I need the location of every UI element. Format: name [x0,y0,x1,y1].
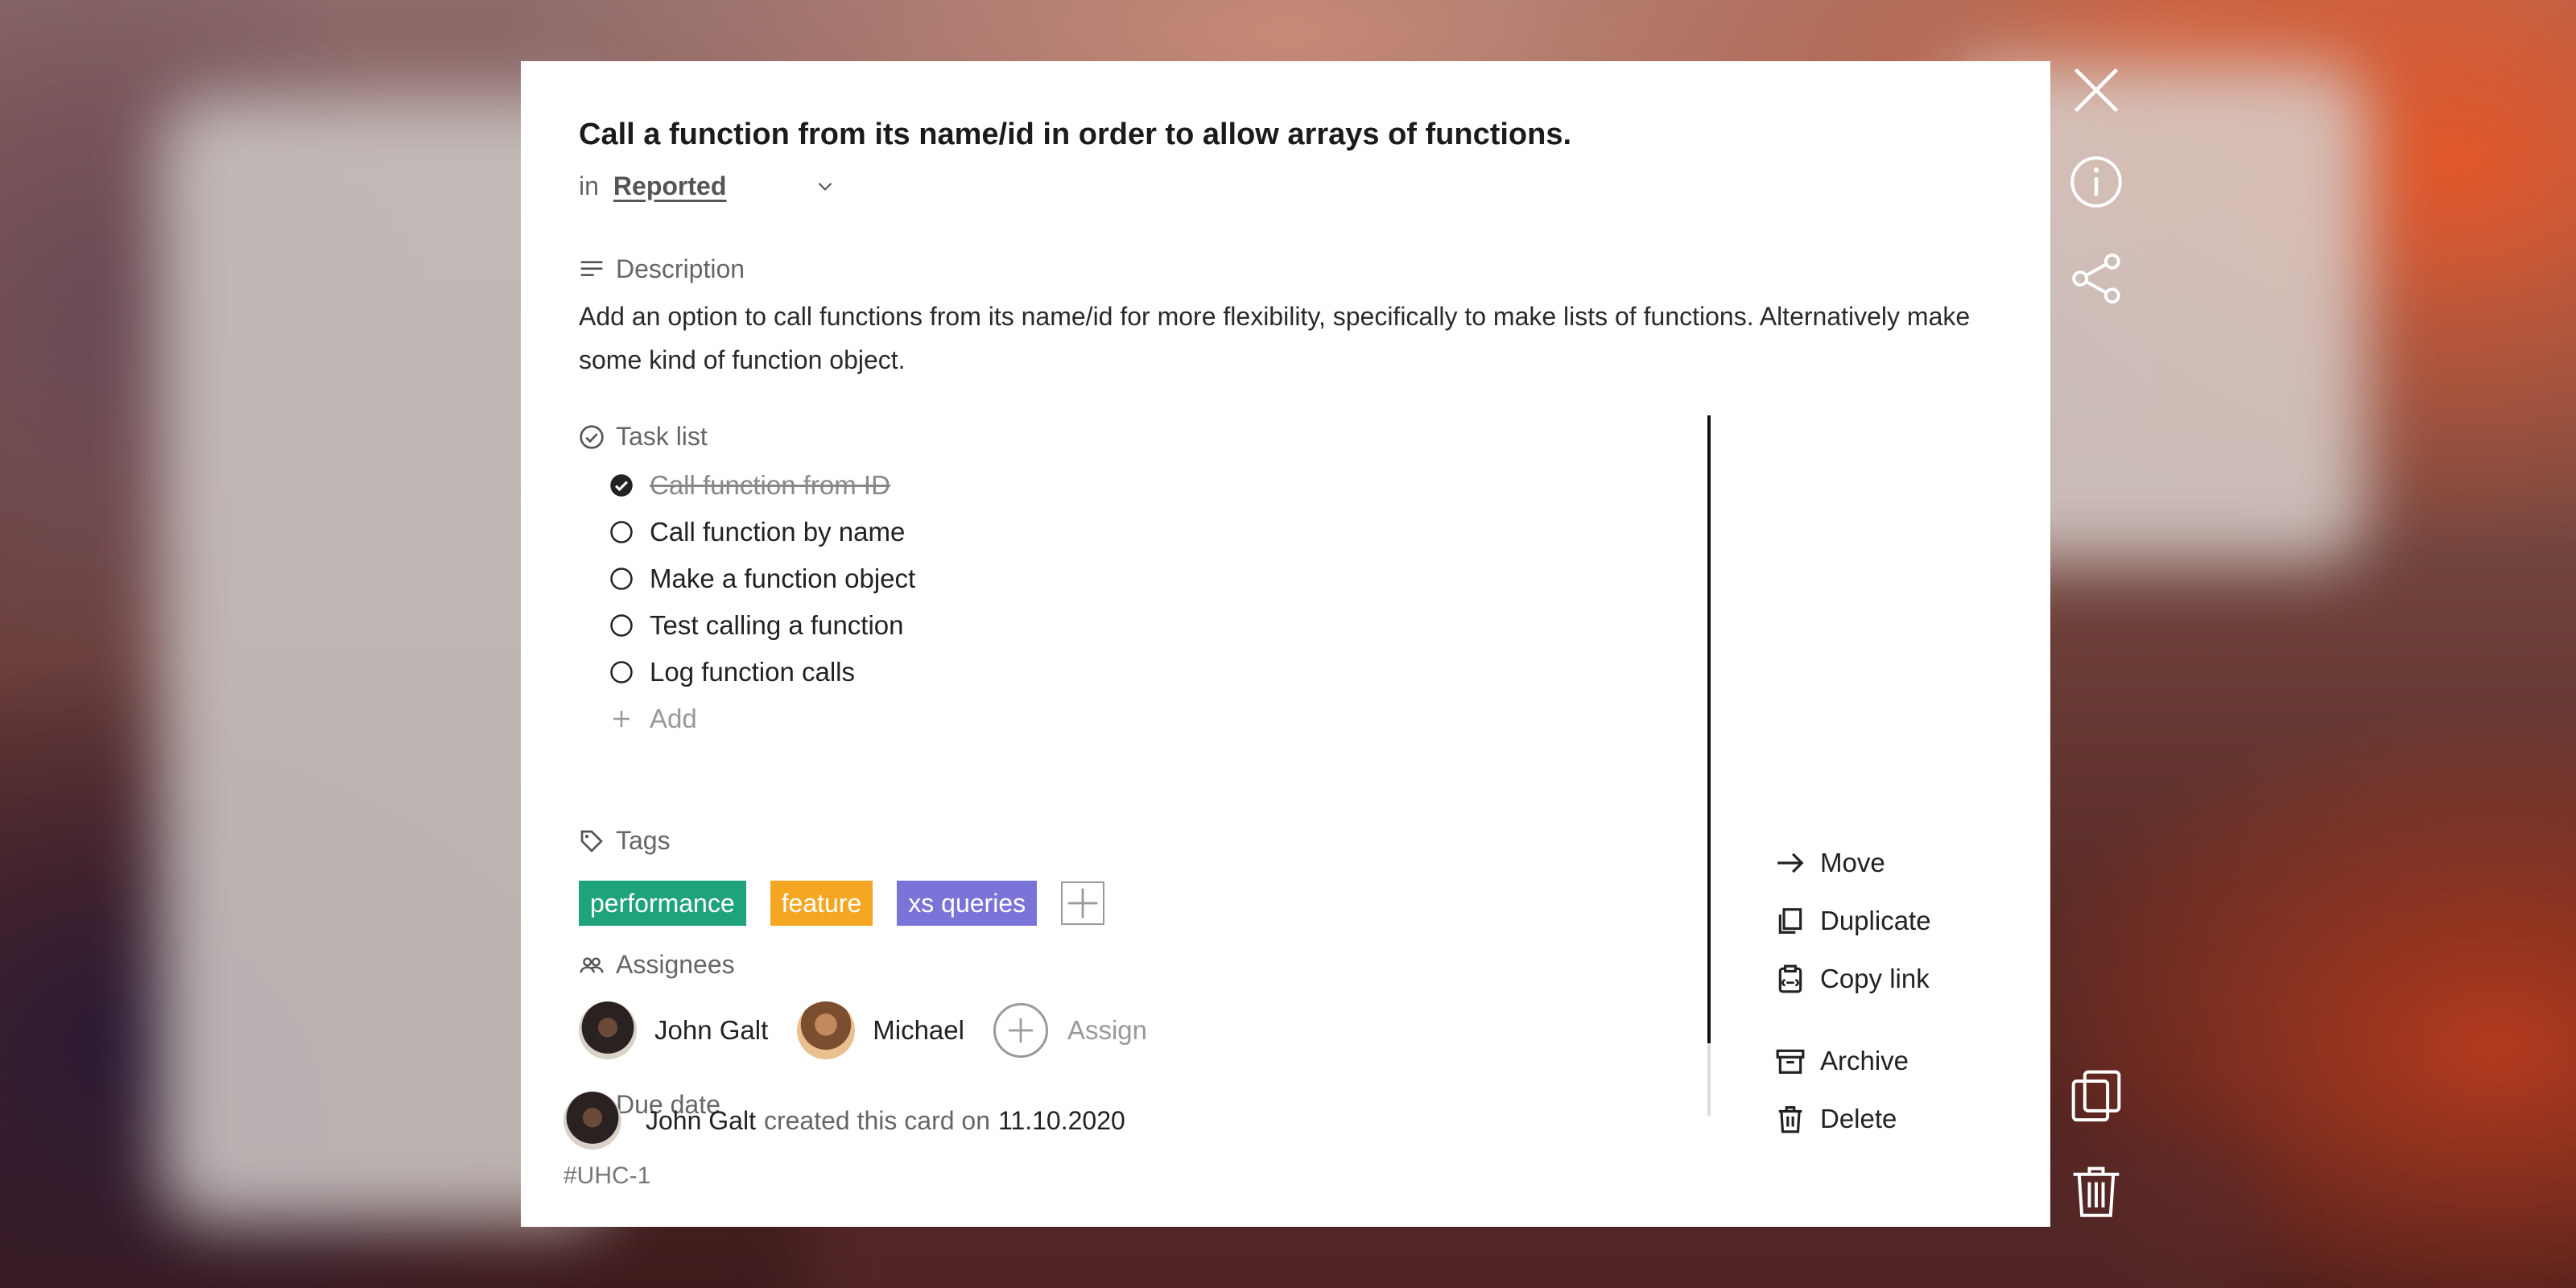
description-icon [580,260,603,276]
chevron-down-icon[interactable] [815,175,836,196]
add-task-button[interactable]: Add [609,696,915,742]
assignees-heading: Assignees [579,950,735,980]
share-icon[interactable] [2069,251,2124,306]
task-list: Call function from ID Call function by n… [609,462,915,742]
tasklist-heading: Task list [579,422,708,452]
check-circle-icon [580,424,604,449]
duplicate-icon [1778,908,1802,934]
archive-icon [1776,1049,1805,1074]
list-name-link[interactable]: Reported [613,171,726,201]
delete-button[interactable]: Delete [1775,1090,1931,1148]
description-text[interactable]: Add an option to call functions from its… [579,295,2012,382]
avatar [564,1092,621,1150]
task-item[interactable]: Test calling a function [609,602,915,649]
tags-heading: Tags [579,826,671,856]
card-title[interactable]: Call a function from its name/id in orde… [579,118,1996,152]
unchecked-circle-icon[interactable] [609,520,634,544]
avatar [797,1001,856,1059]
checked-circle-icon[interactable] [609,473,634,497]
tag-performance[interactable]: performance [579,881,746,926]
in-label: in [579,171,599,200]
description-heading: Description [579,254,745,284]
trash-icon [1778,1106,1802,1133]
assignee-list: John Galt Michael Assign [579,1001,1147,1059]
move-button[interactable]: Move [1775,834,1931,892]
duplicate-icon[interactable] [2069,1067,2124,1122]
trash-icon[interactable] [2069,1164,2124,1219]
arrow-right-icon [1777,852,1804,873]
info-icon[interactable] [2069,155,2124,209]
assignee-michael[interactable]: Michael [797,1001,964,1059]
card-list-location: in Reported [579,166,836,206]
plus-icon [613,711,630,727]
unchecked-circle-icon[interactable] [609,613,634,638]
avatar [579,1001,637,1059]
scrollbar-thumb[interactable] [1707,415,1711,1043]
plus-icon [1067,888,1098,919]
card-details-scroll-area[interactable]: Task list Call function from ID Call fun… [521,415,1712,1116]
card-created-info: John Galt created this card on 11.10.202… [564,1092,1125,1150]
copy-link-button[interactable]: Copy link [1775,950,1931,1008]
tag-feature[interactable]: feature [770,881,873,926]
task-item[interactable]: Call function from ID [609,462,915,509]
tag-list: performance feature xs queries [579,881,1105,926]
users-icon [580,957,604,972]
unchecked-circle-icon[interactable] [609,567,634,591]
close-icon[interactable] [2069,63,2124,118]
task-item[interactable]: Log function calls [609,649,915,696]
archive-button[interactable]: Archive [1775,1032,1931,1090]
assign-button[interactable]: Assign [993,1003,1147,1058]
unchecked-circle-icon[interactable] [609,660,634,684]
card-actions: Move Duplicate Copy link Archive Delete [1775,834,1931,1148]
created-text: created this card on [763,1105,991,1135]
card-modal: Call a function from its name/id in orde… [521,61,2050,1227]
card-id: #UHC-1 [564,1162,651,1189]
plus-icon [993,1003,1048,1058]
creator-name[interactable]: John Galt [646,1106,756,1136]
created-date: 11.10.2020 [998,1105,1125,1135]
tag-xs-queries[interactable]: xs queries [897,881,1038,926]
assignee-john-galt[interactable]: John Galt [579,1001,768,1059]
task-item[interactable]: Call function by name [609,509,915,555]
clipboard-link-icon [1778,964,1802,993]
duplicate-button[interactable]: Duplicate [1775,892,1931,950]
task-item[interactable]: Make a function object [609,555,915,602]
tag-icon [580,830,603,852]
add-tag-button[interactable] [1061,881,1105,925]
